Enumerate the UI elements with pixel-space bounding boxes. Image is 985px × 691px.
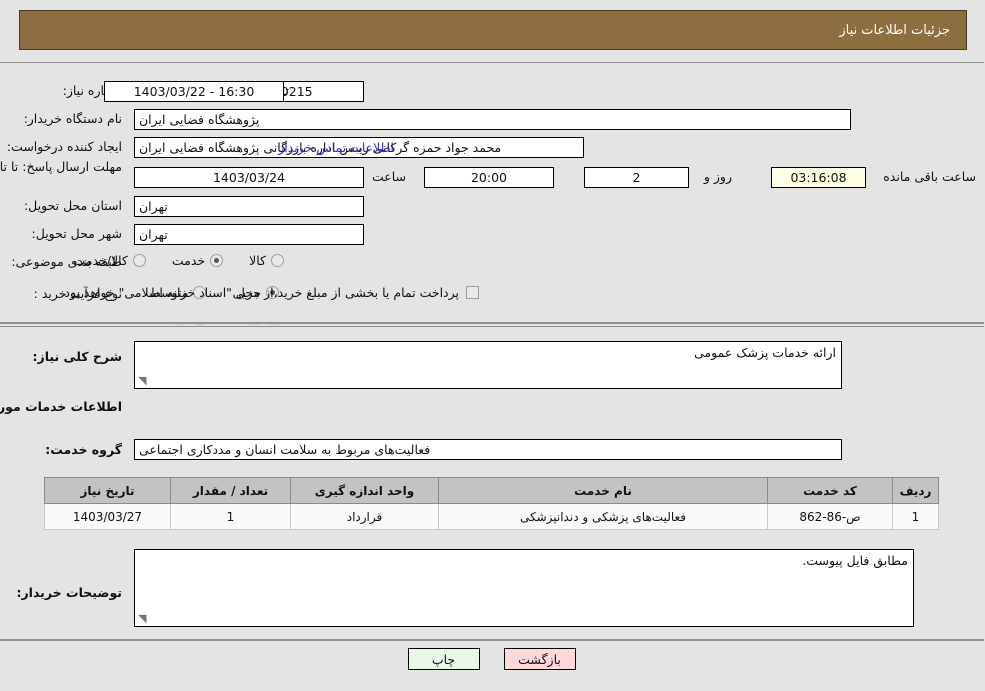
col-code: کد خدمت: [768, 477, 894, 504]
services-heading: اطلاعات خدمات مورد نیاز: [0, 399, 123, 414]
general-desc-label: شرح کلی نیاز:: [33, 349, 123, 364]
col-quantity: تعداد / مقدار: [171, 477, 292, 504]
radio-khedmat-label: خدمت: [172, 253, 207, 268]
footer-actions: بازگشت چاپ: [0, 648, 985, 670]
buyer-contact-link[interactable]: اطلاعات تماس خریدار: [279, 140, 395, 155]
buyer-notes-textarea[interactable]: مطابق فایل پیوست. ◤: [135, 549, 915, 627]
resize-grip-icon[interactable]: ◤: [139, 374, 147, 387]
radio-kala-khedmat-icon[interactable]: [133, 254, 147, 267]
treasury-bond-checkbox-label: پرداخت تمام یا بخشی از مبلغ خرید،از محل …: [61, 285, 460, 300]
cell-name: فعالیت‌های پزشکی و دندانپزشکی: [439, 503, 769, 530]
radio-kala-label: کالا: [250, 253, 267, 268]
service-group-label: گروه خدمت:: [46, 442, 123, 457]
buyer-org-field[interactable]: پژوهشگاه فضایی ایران: [135, 109, 852, 130]
radio-option-kala-khedmat[interactable]: کالا/خدمت: [74, 253, 147, 268]
cell-unit: قرارداد: [291, 503, 440, 530]
deadline-date-field[interactable]: 1403/03/24: [135, 167, 365, 188]
print-button[interactable]: چاپ: [408, 648, 481, 670]
request-creator-label-wrap: ایجاد کننده درخواست:: [8, 139, 123, 154]
radio-option-kala[interactable]: کالا: [250, 253, 285, 268]
page-root: AriaTender.net جزئیات اطلاعات نیاز شماره…: [0, 0, 985, 691]
services-heading-wrap: اطلاعات خدمات مورد نیاز: [0, 399, 123, 414]
cell-radif: 1: [893, 503, 940, 530]
delivery-city-label-wrap: شهر محل تحویل:: [33, 226, 123, 241]
table-row: 1 ص-86-862 فعالیت‌های پزشکی و دندانپزشکی…: [45, 503, 940, 530]
service-group-field[interactable]: فعالیت‌های مربوط به سلامت انسان و مددکار…: [135, 439, 843, 460]
general-desc-textarea[interactable]: ارائه خدمات پزشک عمومی ◤: [135, 341, 843, 389]
request-creator-label: ایجاد کننده درخواست:: [7, 139, 123, 154]
table-header-row: ردیف کد خدمت نام خدمت واحد اندازه گیری ت…: [45, 477, 940, 504]
deadline-time-label-wrap: ساعت: [373, 169, 407, 184]
delivery-city-label: شهر محل تحویل:: [32, 226, 123, 241]
radio-khedmat-icon[interactable]: [211, 254, 225, 267]
subject-category-options: کالا خدمت کالا/خدمت: [48, 253, 285, 268]
general-desc-value: ارائه خدمات پزشک عمومی: [695, 345, 837, 360]
col-unit: واحد اندازه گیری: [291, 477, 440, 504]
buyer-notes-label-wrap: توضیحات خریدار:: [17, 585, 123, 600]
delivery-province-field[interactable]: تهران: [135, 196, 365, 217]
services-table: ردیف کد خدمت نام خدمت واحد اندازه گیری ت…: [45, 477, 940, 530]
days-remaining-label-wrap: روز و: [705, 169, 733, 184]
delivery-city-field[interactable]: تهران: [135, 224, 365, 245]
deadline-label-wrap: مهلت ارسال پاسخ: تا تاریخ:: [0, 159, 123, 174]
days-remaining-label: روز و: [704, 169, 733, 184]
resize-grip-icon-notes[interactable]: ◤: [139, 612, 147, 625]
cell-quantity: 1: [171, 503, 292, 530]
radio-option-khedmat[interactable]: خدمت: [172, 253, 225, 268]
treasury-bond-checkbox-row[interactable]: پرداخت تمام یا بخشی از مبلغ خرید،از محل …: [61, 285, 480, 300]
service-group-label-wrap: گروه خدمت:: [46, 442, 123, 457]
page-title: جزئیات اطلاعات نیاز: [840, 22, 951, 38]
deadline-time-field[interactable]: 20:00: [425, 167, 555, 188]
buyer-org-label: نام دستگاه خریدار:: [24, 111, 123, 126]
col-date: تاریخ نیاز: [45, 477, 172, 504]
radio-kala-icon[interactable]: [272, 254, 285, 267]
back-button[interactable]: بازگشت: [504, 648, 577, 670]
cell-code: ص-86-862: [768, 503, 894, 530]
delivery-province-label: استان محل تحویل:: [24, 198, 123, 213]
buyer-notes-value: مطابق فایل پیوست.: [803, 553, 909, 568]
buyer-notes-label: توضیحات خریدار:: [17, 585, 123, 600]
clock-remaining-field[interactable]: 03:16:08: [772, 167, 867, 188]
page-title-bar: جزئیات اطلاعات نیاز: [20, 10, 968, 50]
col-radif: ردیف: [893, 477, 940, 504]
general-desc-label-wrap: شرح کلی نیاز:: [34, 349, 123, 364]
announce-datetime-field[interactable]: 16:30 - 1403/03/22: [105, 81, 285, 102]
remaining-label-wrap: ساعت باقی مانده: [884, 169, 977, 184]
cell-date: 1403/03/27: [45, 503, 172, 530]
delivery-province-label-wrap: استان محل تحویل:: [25, 198, 123, 213]
radio-kala-khedmat-label: کالا/خدمت: [74, 253, 129, 268]
treasury-bond-checkbox-icon[interactable]: [467, 286, 480, 299]
buyer-org-label-wrap: نام دستگاه خریدار:: [25, 111, 123, 126]
deadline-label: مهلت ارسال پاسخ: تا تاریخ:: [0, 159, 123, 174]
days-remaining-field[interactable]: 2: [585, 167, 690, 188]
need-summary-panel: شماره نیاز: 1103030128000215 تاریخ و ساع…: [0, 62, 985, 324]
need-details-panel: شرح کلی نیاز: ارائه خدمات پزشک عمومی ◤ ا…: [0, 326, 985, 641]
col-name: نام خدمت: [439, 477, 769, 504]
deadline-time-label: ساعت: [372, 169, 407, 184]
buyer-contact-link-wrap[interactable]: اطلاعات تماس خریدار: [279, 140, 395, 155]
remaining-label: ساعت باقی مانده: [884, 169, 977, 184]
